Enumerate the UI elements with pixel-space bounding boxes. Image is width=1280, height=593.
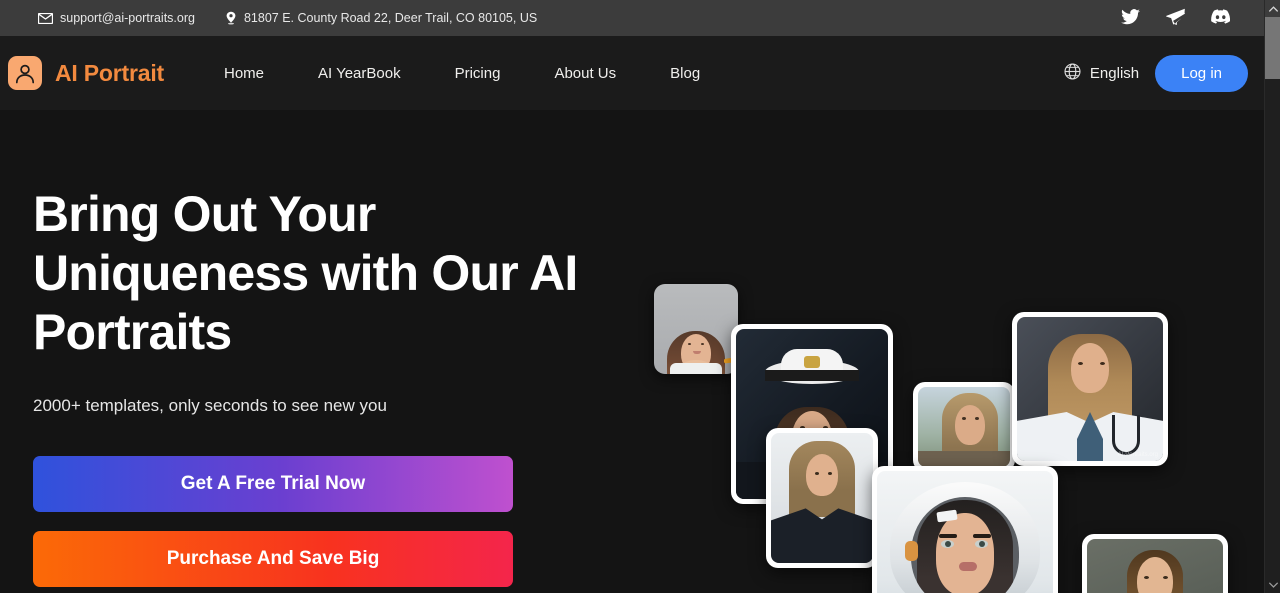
globe-icon [1064, 62, 1081, 84]
top-utility-bar: support@ai-portraits.org 81807 E. County… [0, 0, 1264, 36]
hero-section: Bring Out Your Uniqueness with Our AI Po… [0, 110, 1264, 593]
chevron-down-icon[interactable] [1265, 576, 1280, 593]
nav-link-pricing[interactable]: Pricing [428, 65, 528, 82]
envelope-icon [38, 12, 53, 24]
topbar-contact-group: support@ai-portraits.org 81807 E. County… [38, 11, 537, 25]
nav-link-ai-yearbook[interactable]: AI YearBook [291, 65, 428, 82]
portrait-card-doctor[interactable]: AI-Portraits.org [1012, 312, 1168, 466]
nav-link-about-us[interactable]: About Us [527, 65, 643, 82]
portrait-card-police-officer[interactable] [766, 428, 878, 568]
nav-link-blog[interactable]: Blog [643, 65, 727, 82]
scrollbar-thumb[interactable] [1265, 17, 1280, 79]
nav-link-home[interactable]: Home [197, 65, 291, 82]
twitter-icon[interactable] [1121, 8, 1140, 28]
map-pin-icon [225, 11, 237, 25]
brand-logo-group[interactable]: AI Portrait [8, 56, 164, 90]
portrait-card-astronaut[interactable]: AI-Portraits.org [872, 466, 1058, 593]
contact-address-text: 81807 E. County Road 22, Deer Trail, CO … [243, 11, 538, 25]
language-selector[interactable]: English [1064, 62, 1140, 84]
contact-email-text: support@ai-portraits.org [60, 11, 195, 25]
portrait-card-business-suit[interactable]: AI-Portraits.org [1082, 534, 1228, 593]
telegram-icon[interactable] [1166, 8, 1186, 28]
contact-address[interactable]: 81807 E. County Road 22, Deer Trail, CO … [225, 11, 537, 25]
portrait-collage: AI-Portraits.org [0, 110, 1264, 593]
discord-icon[interactable] [1211, 9, 1231, 27]
nav-links: Home AI YearBook Pricing About Us Blog [197, 65, 727, 82]
language-label: English [1089, 64, 1140, 82]
contact-email[interactable]: support@ai-portraits.org [38, 11, 195, 25]
vertical-scrollbar[interactable] [1264, 0, 1280, 593]
chevron-up-icon[interactable] [1265, 0, 1280, 17]
social-links [1121, 8, 1248, 28]
portrait-card-outdoor-blonde[interactable] [913, 382, 1015, 472]
person-avatar-icon [8, 56, 42, 90]
watermark: AI-Portraits.org [1117, 452, 1158, 458]
login-button[interactable]: Log in [1155, 54, 1248, 92]
brand-name: AI Portrait [55, 59, 164, 86]
page-root: support@ai-portraits.org 81807 E. County… [0, 0, 1280, 593]
main-navigation: AI Portrait Home AI YearBook Pricing Abo… [0, 36, 1264, 110]
nav-right-group: English Log in [1064, 54, 1248, 92]
